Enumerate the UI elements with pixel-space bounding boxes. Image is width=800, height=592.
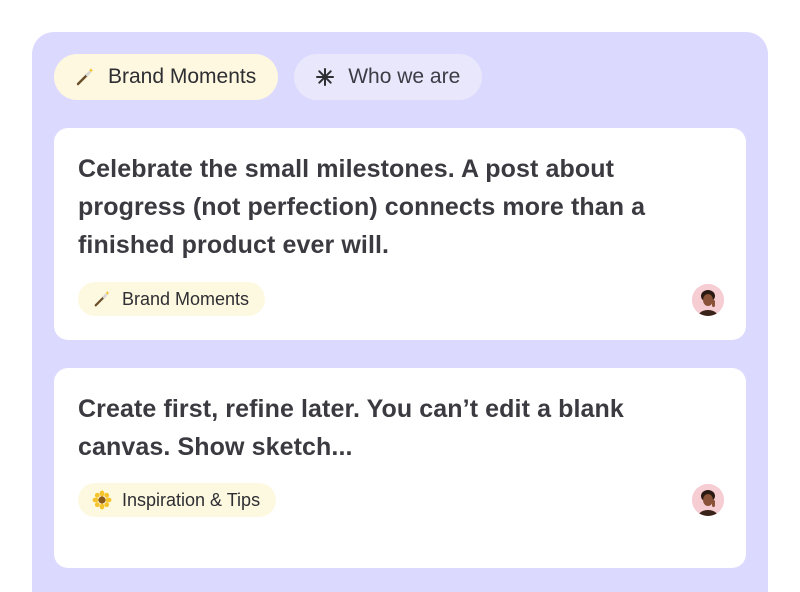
post-card[interactable]: Create first, refine later. You can’t ed…	[54, 368, 746, 568]
tag-label: Inspiration & Tips	[122, 489, 261, 510]
tag-label: Brand Moments	[122, 288, 250, 309]
magic-wand-icon	[92, 289, 112, 309]
category-tag[interactable]: Brand Moments	[78, 282, 266, 316]
asterisk-icon	[314, 66, 336, 88]
user-avatar[interactable]	[692, 284, 724, 316]
category-tag[interactable]: Inspiration & Tips	[78, 483, 277, 517]
content-panel: Brand Moments Who we are Celebrate the s…	[32, 32, 768, 592]
tab-who-we-are[interactable]: Who we are	[294, 54, 483, 100]
magic-wand-icon	[74, 66, 96, 88]
tab-label: Who we are	[348, 65, 461, 88]
category-tabs: Brand Moments Who we are	[54, 54, 483, 100]
post-text: Create first, refine later. You can’t ed…	[78, 395, 624, 461]
tab-brand-moments[interactable]: Brand Moments	[54, 54, 279, 100]
post-card[interactable]: Celebrate the small milestones. A post a…	[54, 128, 746, 340]
tab-label: Brand Moments	[108, 65, 257, 88]
sunflower-icon	[92, 490, 112, 510]
post-text: Celebrate the small milestones. A post a…	[78, 155, 646, 259]
user-avatar[interactable]	[692, 484, 724, 516]
